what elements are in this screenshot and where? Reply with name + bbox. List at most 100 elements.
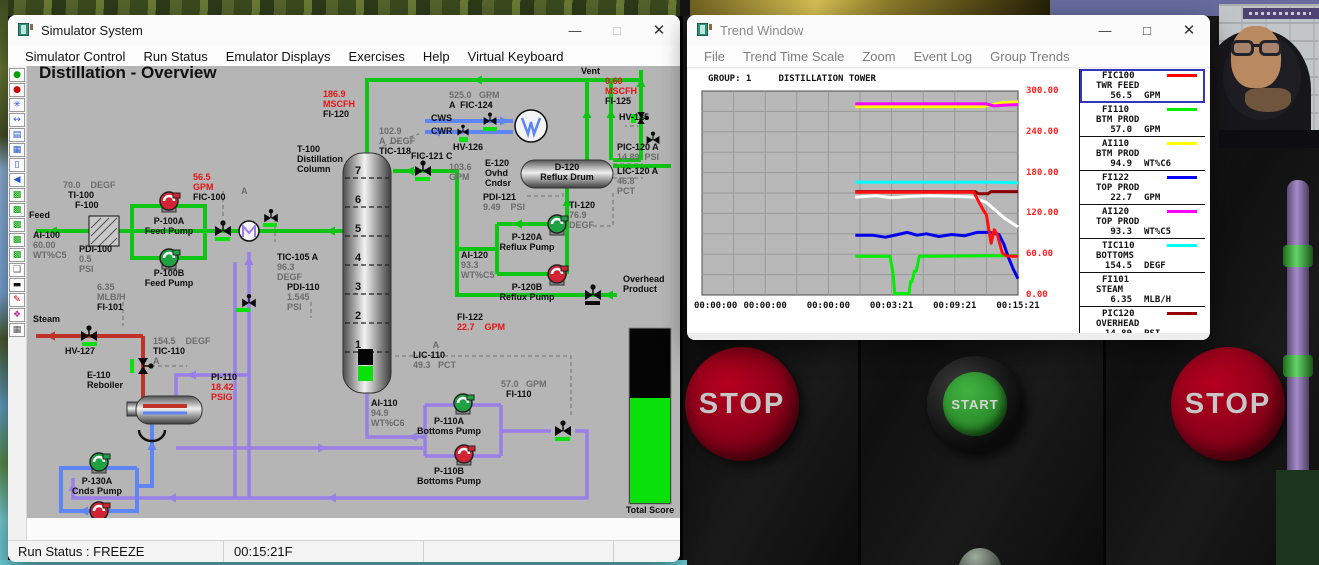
label-hv126: HV-126 — [453, 142, 483, 152]
menu-trend-time-scale[interactable]: Trend Time Scale — [734, 49, 853, 64]
display-2-side-button[interactable]: ▩ — [9, 203, 25, 217]
trend-menubar: FileTrend Time ScaleZoomEvent LogGroup T… — [687, 45, 1210, 68]
menu-event-log[interactable]: Event Log — [905, 49, 982, 64]
minimize-button[interactable]: — — [554, 15, 596, 45]
stop-button-right[interactable]: STOP — [1171, 347, 1285, 461]
status-cell-3 — [424, 541, 614, 562]
scene-gold-object — [690, 0, 1050, 16]
y-tick: 120.00 — [1026, 208, 1059, 218]
battery-side-button[interactable]: ▯ — [9, 158, 25, 172]
pen-row-fi101[interactable]: FI101STEAM6.35MLB/H — [1080, 273, 1205, 307]
pen-row-ai110[interactable]: AI110BTM PROD94.9WT%C6 — [1080, 137, 1205, 171]
pen-color-swatch — [1167, 74, 1197, 77]
pen-row-ai120[interactable]: AI120TOP PROD93.3WT%C5 — [1080, 205, 1205, 239]
pen-row-tic110[interactable]: TIC110BOTTOMS154.5DEGF — [1080, 239, 1205, 273]
menu-run-status[interactable]: Run Status — [134, 49, 216, 64]
stop-button-left[interactable]: STOP — [685, 347, 799, 461]
label-tic110: 154.5 DEGFTIC-110A — [153, 336, 211, 366]
screen: STOP START STOP Simulator System — [0, 0, 1319, 565]
label-ti100: 70.0 DEGF TI-100 — [63, 180, 116, 200]
label-pdi121: PDI-1219.49 PSI — [483, 192, 525, 212]
panel-b-side-button[interactable]: ▦ — [9, 143, 25, 157]
display-1-side-button[interactable]: ▩ — [9, 188, 25, 202]
maximize-button[interactable]: □ — [596, 15, 638, 45]
display-4-side-button[interactable]: ▩ — [9, 233, 25, 247]
y-tick: 300.00 — [1026, 86, 1059, 96]
speaker-side-button[interactable]: ◀ — [9, 173, 25, 187]
person-shoulders — [1219, 130, 1319, 148]
x-tick: 00:15:21 — [996, 301, 1039, 311]
pen-row-pic120[interactable]: PIC120OVERHEAD14.89PSI — [1080, 307, 1205, 333]
pump-p-110a — [454, 394, 474, 414]
menu-emulator-displays[interactable]: Emulator Displays — [217, 49, 340, 64]
run-side-button[interactable]: ● — [9, 68, 25, 82]
svg-text:5: 5 — [355, 223, 361, 235]
condenser-e120[interactable] — [515, 110, 547, 142]
display-3-side-button[interactable]: ▩ — [9, 218, 25, 232]
menu-virtual-keyboard[interactable]: Virtual Keyboard — [459, 49, 573, 64]
machinery-green-band — [1283, 355, 1313, 377]
machinery-green-band — [1283, 245, 1313, 267]
x-tick: 00:00:00 — [694, 301, 737, 311]
maximize-button[interactable]: □ — [1126, 15, 1168, 45]
menu-exercises[interactable]: Exercises — [340, 49, 414, 64]
x-tick: 00:09:21 — [933, 301, 976, 311]
snapshot-side-button[interactable]: ✳ — [9, 98, 25, 112]
label-total-score: Total Score — [626, 505, 674, 515]
webcam-feed — [1219, 4, 1319, 148]
label-fi125: 0.60MSCFHFI-125 — [605, 76, 637, 106]
run-status: Run Status : FREEZE — [8, 541, 224, 562]
label-cws: CWS — [431, 113, 452, 123]
y-tick: 240.00 — [1026, 127, 1059, 137]
pump-p-130a-spare — [90, 502, 110, 518]
label-tic105: TIC-105 A96.3DEGF — [277, 252, 318, 282]
app-icon — [697, 23, 712, 38]
desktop-wallpaper-top — [0, 0, 700, 16]
simulator-titlebar[interactable]: Simulator System — □ ✕ — [8, 15, 680, 45]
pen-row-fi110[interactable]: FI110BTM PROD57.0GPM — [1080, 103, 1205, 137]
menu-simulator-control[interactable]: Simulator Control — [16, 49, 134, 64]
y-tick: 0.00 — [1026, 290, 1048, 300]
pen-disable-side-button[interactable]: ✎ — [9, 293, 25, 307]
freeze-side-button[interactable]: ● — [9, 83, 25, 97]
menu-group-trends[interactable]: Group Trends — [981, 49, 1079, 64]
label-fic121-val: 103.6GPM — [449, 162, 472, 182]
sim-time: 00:15:21F — [224, 541, 424, 562]
label-pdi110: PDI-1101.545PSI — [287, 282, 320, 312]
menu-file[interactable]: File — [695, 49, 734, 64]
start-button[interactable]: START — [943, 372, 1007, 436]
minimize-button[interactable]: — — [1084, 15, 1126, 45]
label-fic100: 56.5GPMFIC-100 — [193, 172, 226, 202]
label-lic120: LIC-120 A46.8PCT — [617, 166, 658, 196]
close-button[interactable]: ✕ — [638, 15, 680, 45]
monitors-side-button[interactable]: ❑ — [9, 263, 25, 277]
menu-help[interactable]: Help — [414, 49, 459, 64]
pen-color-swatch — [1167, 176, 1197, 179]
label-e110: E-110Reboiler — [87, 370, 123, 390]
blank-screen-side-button[interactable]: ▬ — [9, 278, 25, 292]
grid-side-button[interactable]: ▦ — [9, 323, 25, 337]
label-t100: T-100DistillationColumn — [297, 144, 343, 174]
display-5-side-button[interactable]: ▩ — [9, 248, 25, 262]
pen-row-fic100[interactable]: FIC100TWR FEED56.5GPM — [1080, 69, 1205, 103]
feed-mixer[interactable] — [239, 221, 259, 241]
close-button[interactable]: ✕ — [1168, 15, 1210, 45]
cooling-piping — [61, 121, 513, 511]
pump-p-100a — [160, 192, 180, 212]
label-p130a: P-130ACnds Pump — [72, 476, 122, 496]
palette-side-button[interactable]: ❖ — [9, 308, 25, 322]
column-level-black — [358, 349, 373, 365]
label-ti120: TI-12076.9DEGF — [569, 200, 595, 230]
menu-zoom[interactable]: Zoom — [853, 49, 904, 64]
panel-a-side-button[interactable]: ▤ — [9, 128, 25, 142]
label-ai100: AI-10060.00WT%C5 — [33, 230, 67, 260]
label-d120: D-120Reflux Drum — [540, 162, 594, 182]
pen-row-fi122[interactable]: FI122TOP PROD22.7GPM — [1080, 171, 1205, 205]
label-fi101: 6.35MLB/HFI-101 — [97, 282, 126, 312]
reboiler-e110[interactable] — [127, 396, 202, 441]
label-p110b: P-110BBottoms Pump — [417, 466, 481, 486]
step-side-button[interactable]: ↔ — [9, 113, 25, 127]
column-t100[interactable]: 7654321 — [343, 153, 391, 393]
label-tic118: 102.9A DEGFTIC-118 — [379, 126, 415, 156]
trend-titlebar[interactable]: Trend Window — □ ✕ — [687, 15, 1210, 45]
